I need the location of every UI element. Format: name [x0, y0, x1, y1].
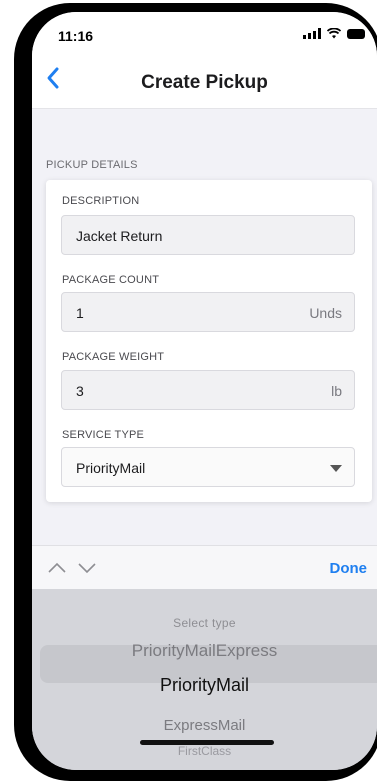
status-time: 11:16 — [58, 28, 94, 44]
picker-item[interactable]: Select type — [32, 616, 377, 630]
package-count-unit: Unds — [309, 305, 342, 321]
picker-item[interactable]: PriorityMailExpress — [32, 641, 377, 661]
picker-item[interactable]: FirstClass — [32, 744, 377, 758]
pickup-details-card: DESCRIPTION Jacket Return PACKAGE COUNT … — [46, 180, 372, 502]
package-weight-unit: lb — [331, 383, 342, 399]
status-icons — [303, 28, 365, 39]
package-count-field[interactable]: 1 Unds — [61, 292, 355, 332]
home-indicator — [140, 740, 274, 745]
service-type-value: PriorityMail — [76, 460, 146, 476]
picker-item-selected[interactable]: PriorityMail — [32, 675, 377, 696]
description-field[interactable]: Jacket Return — [61, 215, 355, 255]
picker-item[interactable]: ExpressMail — [32, 717, 377, 734]
section-label: PICKUP DETAILS — [46, 159, 138, 171]
app-screen: 11:16 Create Pickup PICKUP DETAILS DESCR… — [32, 12, 377, 770]
service-type-label: SERVICE TYPE — [62, 429, 145, 441]
description-value: Jacket Return — [76, 228, 163, 244]
chevron-up-icon[interactable] — [46, 557, 68, 579]
package-weight-field[interactable]: 3 lb — [61, 370, 355, 410]
description-label: DESCRIPTION — [62, 195, 140, 207]
page-title: Create Pickup — [141, 72, 268, 93]
package-count-value: 1 — [76, 305, 84, 321]
caret-down-icon — [330, 465, 342, 472]
package-weight-value: 3 — [76, 383, 84, 399]
wifi-icon — [327, 28, 341, 39]
done-button[interactable]: Done — [330, 560, 368, 577]
package-weight-label: PACKAGE WEIGHT — [62, 351, 165, 363]
battery-icon — [347, 29, 365, 39]
package-count-label: PACKAGE COUNT — [62, 274, 160, 286]
nav-bar: Create Pickup — [32, 50, 377, 109]
chevron-down-icon[interactable] — [76, 557, 98, 579]
picker-toolbar: Done — [32, 545, 377, 590]
status-bar: 11:16 — [32, 12, 377, 50]
signal-icon — [303, 28, 321, 39]
service-type-select[interactable]: PriorityMail — [61, 447, 355, 487]
